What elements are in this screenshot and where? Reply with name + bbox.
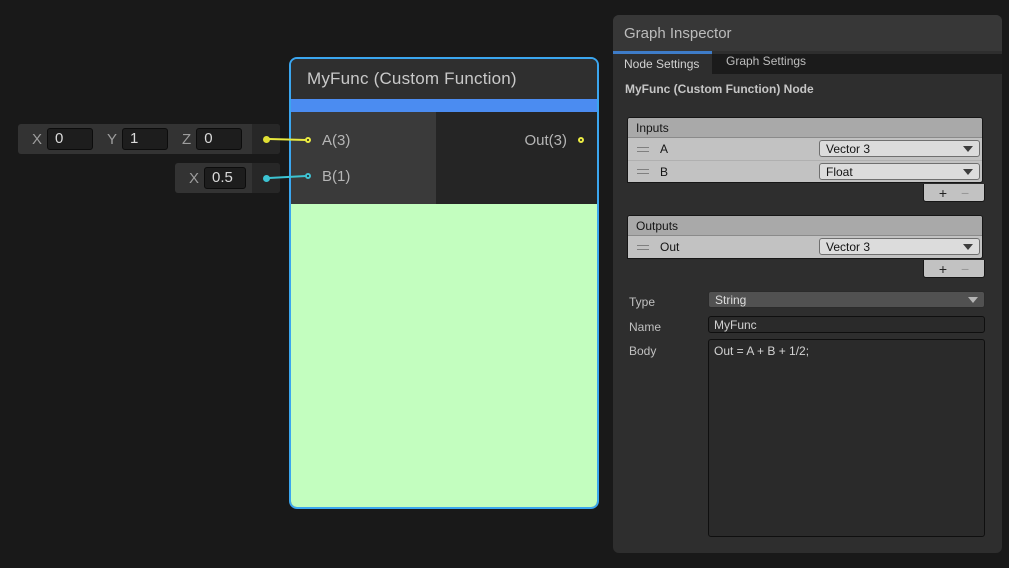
node-title: MyFunc (Custom Function) (307, 69, 517, 89)
dropdown-arrow-icon (963, 169, 973, 175)
type-value: String (715, 293, 968, 307)
inputs-list: Inputs A Vector 3 B Float (627, 117, 983, 183)
vector-z-field[interactable]: 0 (196, 128, 242, 150)
name-label: Name (629, 320, 661, 334)
remove-input-button[interactable]: − (961, 186, 969, 200)
input-b-type-value: Float (826, 165, 963, 179)
vector-y-field[interactable]: 1 (122, 128, 168, 150)
drag-handle-icon[interactable] (637, 245, 649, 250)
node-output-ports: Out(3) (436, 112, 597, 204)
vector-z-label: Z (182, 131, 191, 148)
list-item[interactable]: Out Vector 3 (628, 236, 982, 258)
body-textarea[interactable]: Out = A + B + 1/2; (708, 339, 985, 537)
tab-strip: Graph Settings (712, 54, 1002, 74)
node-color-bar (291, 99, 597, 112)
output-out-name: Out (660, 240, 679, 254)
drag-handle-icon[interactable] (637, 147, 649, 152)
input-b-type-dropdown[interactable]: Float (819, 163, 980, 180)
float-x-field[interactable]: 0.5 (204, 167, 246, 189)
inputs-list-title: Inputs (636, 121, 669, 135)
tab-graph-settings[interactable]: Graph Settings (712, 54, 1002, 68)
vector3-connector-box (252, 124, 280, 154)
inspector-tabs: Node Settings Graph Settings (613, 54, 1002, 74)
tab-node-settings[interactable]: Node Settings (613, 54, 712, 74)
float-input-widget: X 0.5 (175, 163, 280, 193)
vector3-input-widget: X 0 Y 1 Z 0 (18, 124, 280, 154)
outputs-list: Outputs Out Vector 3 (627, 215, 983, 259)
graph-inspector-panel: Graph Inspector Node Settings Graph Sett… (613, 15, 1002, 553)
port-row-a: A(3) (291, 122, 436, 158)
node-settings-subtitle: MyFunc (Custom Function) Node (625, 82, 814, 96)
vector-x-field[interactable]: 0 (47, 128, 93, 150)
add-output-button[interactable]: + (939, 262, 947, 276)
port-out-label: Out(3) (524, 132, 567, 149)
dropdown-arrow-icon (963, 244, 973, 250)
node-header[interactable]: MyFunc (Custom Function) (291, 59, 597, 99)
type-label: Type (629, 295, 655, 309)
float-x-label: X (189, 170, 199, 187)
outputs-list-footer: + − (923, 260, 985, 278)
port-row-b: B(1) (291, 158, 436, 194)
list-item[interactable]: A Vector 3 (628, 138, 982, 160)
output-out-type-dropdown[interactable]: Vector 3 (819, 238, 980, 255)
outputs-list-header: Outputs (628, 216, 982, 236)
vector3-connector-dot-icon[interactable] (263, 136, 270, 143)
drag-handle-icon[interactable] (637, 169, 649, 174)
input-a-type-dropdown[interactable]: Vector 3 (819, 140, 980, 157)
input-b-name: B (660, 165, 668, 179)
type-dropdown[interactable]: String (708, 291, 985, 308)
body-label: Body (629, 344, 656, 358)
node-ports: A(3) B(1) Out(3) (291, 112, 597, 204)
node-preview (291, 204, 597, 507)
add-input-button[interactable]: + (939, 186, 947, 200)
input-a-name: A (660, 142, 668, 156)
float-connector-dot-icon[interactable] (263, 175, 270, 182)
dropdown-arrow-icon (968, 297, 978, 303)
float-connector-box (252, 163, 280, 193)
port-a-label: A(3) (322, 132, 350, 149)
port-out-icon[interactable] (578, 137, 584, 143)
output-out-type-value: Vector 3 (826, 240, 963, 254)
vector-y-label: Y (107, 131, 117, 148)
inputs-list-footer: + − (923, 184, 985, 202)
input-a-type-value: Vector 3 (826, 142, 963, 156)
port-b-label: B(1) (322, 168, 350, 185)
port-row-out: Out(3) (436, 122, 597, 158)
port-b-icon[interactable] (305, 173, 311, 179)
port-a-icon[interactable] (305, 137, 311, 143)
vector-x-label: X (32, 131, 42, 148)
dropdown-arrow-icon (963, 146, 973, 152)
name-input[interactable] (708, 316, 985, 333)
custom-function-node[interactable]: MyFunc (Custom Function) A(3) B(1) Out(3… (289, 57, 599, 509)
node-input-ports: A(3) B(1) (291, 112, 436, 204)
inspector-title: Graph Inspector (624, 25, 732, 42)
list-item[interactable]: B Float (628, 160, 982, 182)
outputs-list-title: Outputs (636, 219, 678, 233)
inputs-list-header: Inputs (628, 118, 982, 138)
inspector-header[interactable]: Graph Inspector (613, 15, 1002, 51)
remove-output-button[interactable]: − (961, 262, 969, 276)
